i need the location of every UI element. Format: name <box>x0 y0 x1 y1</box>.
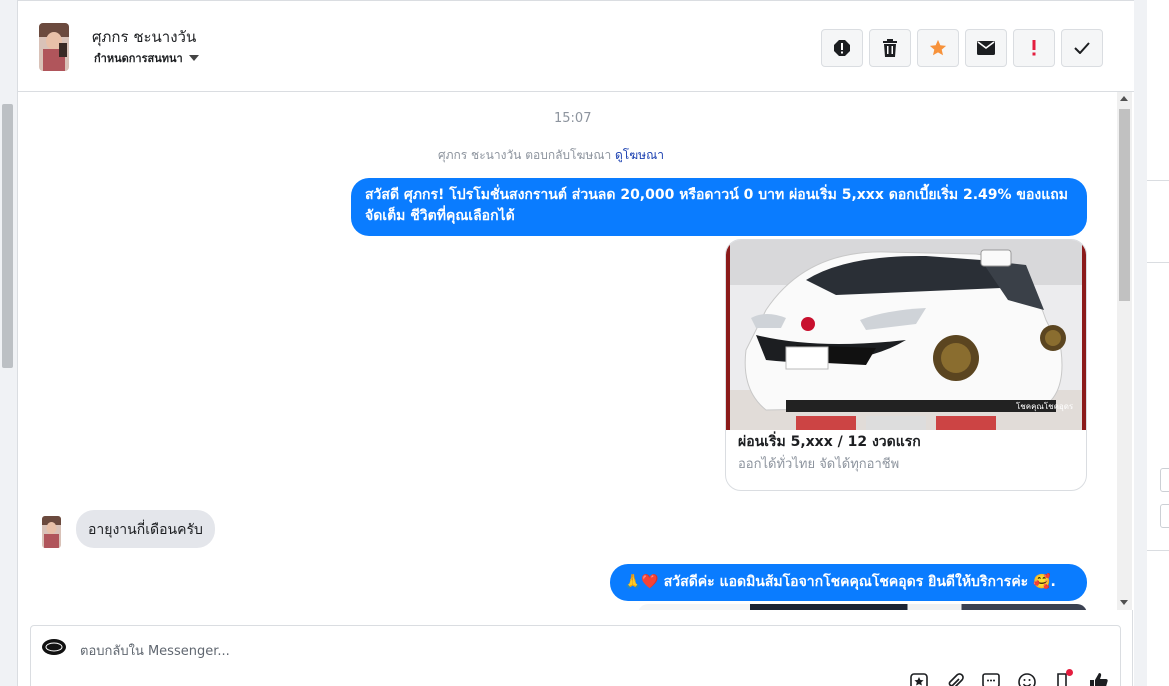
ad-card[interactable]: โชคคุณโชคอุดร ผ่อนเริ่ม 5,xxx / 12 งวดแร… <box>725 239 1087 491</box>
details-panel-divider <box>1134 0 1147 686</box>
exclamation-icon <box>1032 40 1036 56</box>
scroll-down-icon[interactable] <box>1120 600 1128 605</box>
divider <box>1147 550 1169 551</box>
delete-button[interactable] <box>869 29 911 67</box>
ad-card-subtitle: ออกได้ทั่วไทย จัดได้ทุกอาชีพ <box>738 457 900 472</box>
partial-image-attachment[interactable] <box>638 604 1087 610</box>
mark-spam-button[interactable] <box>821 29 863 67</box>
image-caption: โชคคุณโชคอุดร <box>1016 401 1074 411</box>
paperclip-icon[interactable] <box>944 672 966 686</box>
trash-icon <box>883 39 897 57</box>
mark-unread-button[interactable] <box>965 29 1007 67</box>
message-timestamp: 15:07 <box>554 111 592 126</box>
ad-reply-text: ศุภกร ชะนางวัน ตอบกลับโฆษณา <box>438 148 612 162</box>
star-box-icon[interactable] <box>908 672 930 686</box>
emoji-icon[interactable] <box>1016 672 1038 686</box>
star-icon <box>929 39 947 56</box>
scroll-up-icon[interactable] <box>1120 96 1128 101</box>
view-ad-link[interactable]: ดูโฆษณา <box>615 148 664 162</box>
outgoing-message[interactable]: สวัสดี ศุภกร! โปรโมชั่นสงกรานต์ ส่วนลด 2… <box>351 178 1087 236</box>
check-icon <box>1074 42 1090 54</box>
ad-reply-notice: ศุภกร ชะนางวัน ตอบกลับโฆษณา ดูโฆษณา <box>438 146 664 165</box>
composer-tools <box>908 669 1110 686</box>
envelope-icon <box>977 41 995 55</box>
message-thread[interactable]: 15:07 ศุภกร ชะนางวัน ตอบกลับโฆษณา ดูโฆษณ… <box>18 92 1134 610</box>
page-logo <box>41 636 67 658</box>
alert-icon <box>834 40 850 56</box>
contact-name: ศุภกร ชะนางวัน <box>92 28 197 46</box>
details-field[interactable] <box>1160 504 1169 528</box>
left-scrollbar[interactable] <box>2 104 13 368</box>
ad-card-image: โชคคุณโชคอุดร <box>726 240 1086 430</box>
outgoing-message[interactable]: 🙏❤️ สวัสดีค่ะ แอดมินส้มโอจากโชคคุณโชคอุด… <box>610 564 1087 601</box>
mark-done-button[interactable] <box>1061 29 1103 67</box>
divider <box>1147 262 1169 263</box>
divider <box>1147 180 1169 181</box>
reply-input[interactable]: ตอบกลับใน Messenger... <box>80 640 230 661</box>
reply-composer: ตอบกลับใน Messenger... <box>30 625 1121 686</box>
conversation-header: ศุภกร ชะนางวัน กำหนดการสนทนา <box>18 0 1134 92</box>
caret-down-icon <box>188 55 199 61</box>
ad-card-title: ผ่อนเริ่ม 5,xxx / 12 งวดแรก <box>738 434 921 450</box>
star-button[interactable] <box>917 29 959 67</box>
incoming-message[interactable]: อายุงานกี่เดือนครับ <box>76 510 215 548</box>
thread-scrollbar[interactable] <box>1117 92 1132 610</box>
sender-avatar <box>42 516 61 548</box>
details-field[interactable] <box>1160 468 1169 492</box>
conversation-status-dropdown[interactable]: กำหนดการสนทนา <box>94 49 199 67</box>
header-actions <box>821 29 1103 67</box>
follow-up-button[interactable] <box>1013 29 1055 67</box>
bookmark-icon[interactable] <box>1052 669 1074 686</box>
contact-avatar[interactable] <box>39 23 69 71</box>
inbox-window: ศุภกร ชะนางวัน กำหนดการสนทนา 15:07 ศุภกร… <box>0 0 1169 686</box>
thumbs-up-icon[interactable] <box>1088 672 1110 686</box>
saved-reply-icon[interactable] <box>980 672 1002 686</box>
details-panel <box>1134 0 1169 686</box>
notification-dot <box>1066 669 1073 676</box>
conversation-panel: ศุภกร ชะนางวัน กำหนดการสนทนา 15:07 ศุภกร… <box>17 0 1134 686</box>
scrollbar-thumb[interactable] <box>1119 109 1130 301</box>
left-gutter <box>0 0 17 686</box>
conversation-status-label: กำหนดการสนทนา <box>94 52 183 65</box>
